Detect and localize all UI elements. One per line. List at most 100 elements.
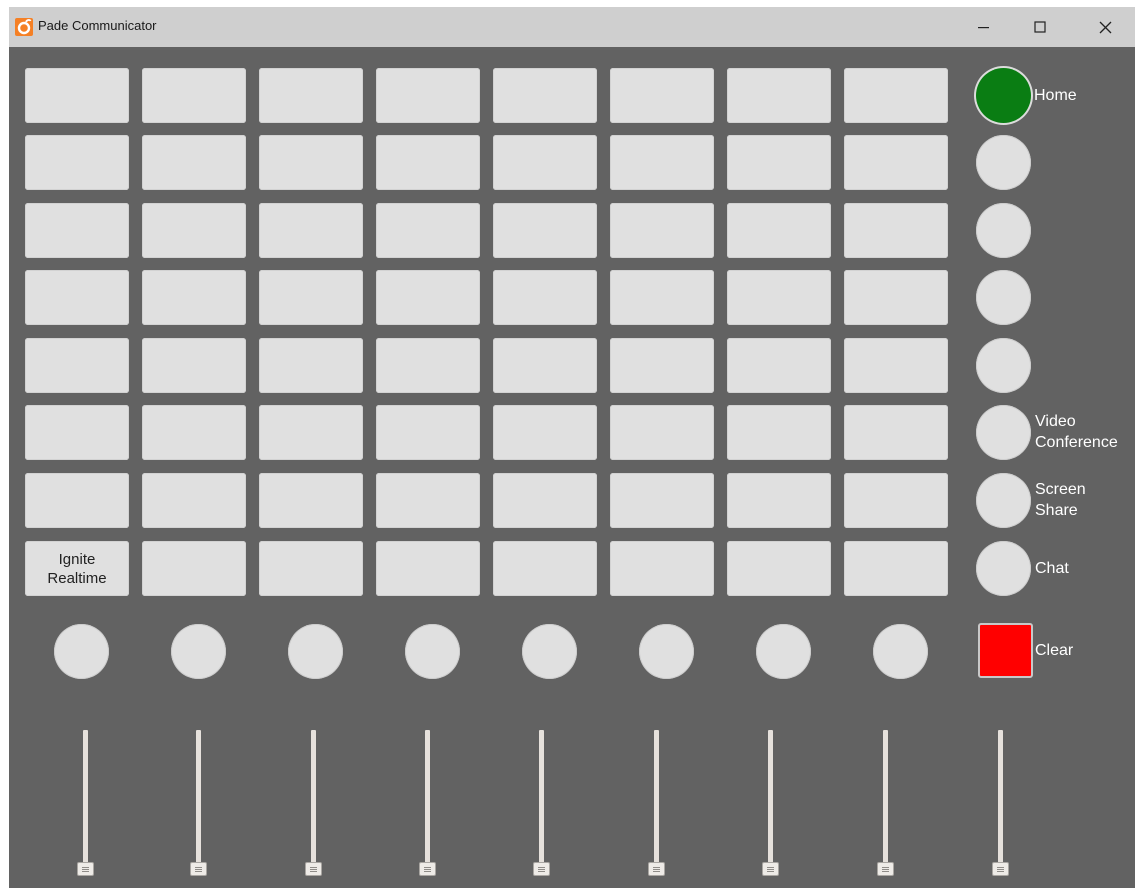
slider-thumb[interactable]: [305, 862, 322, 876]
grid-pad-r8-c8[interactable]: [844, 541, 948, 596]
side-button-5[interactable]: [976, 338, 1031, 393]
side-button-2[interactable]: [976, 135, 1031, 190]
grid-pad-r4-c7[interactable]: [727, 270, 831, 325]
grid-pad-r7-c7[interactable]: [727, 473, 831, 528]
grid-pad-r1-c4[interactable]: [376, 68, 480, 123]
close-button[interactable]: [1079, 7, 1131, 47]
slider-thumb[interactable]: [648, 862, 665, 876]
bottom-button-4[interactable]: [405, 624, 460, 679]
grid-pad-r8-c5[interactable]: [493, 541, 597, 596]
grid-pad-r5-c6[interactable]: [610, 338, 714, 393]
grid-pad-r3-c2[interactable]: [142, 203, 246, 258]
grid-pad-r4-c3[interactable]: [259, 270, 363, 325]
fader-slider-4[interactable]: [417, 730, 439, 882]
slider-thumb[interactable]: [533, 862, 550, 876]
grid-pad-r7-c1[interactable]: [25, 473, 129, 528]
grid-pad-r4-c8[interactable]: [844, 270, 948, 325]
grid-pad-r5-c7[interactable]: [727, 338, 831, 393]
grid-pad-r4-c6[interactable]: [610, 270, 714, 325]
bottom-button-3[interactable]: [288, 624, 343, 679]
grid-pad-r5-c5[interactable]: [493, 338, 597, 393]
fader-slider-7[interactable]: [760, 730, 782, 882]
slider-thumb[interactable]: [877, 862, 894, 876]
side-button-8[interactable]: [976, 541, 1031, 596]
grid-pad-r6-c4[interactable]: [376, 405, 480, 460]
slider-thumb[interactable]: [419, 862, 436, 876]
grid-pad-r5-c2[interactable]: [142, 338, 246, 393]
grid-pad-r4-c4[interactable]: [376, 270, 480, 325]
grid-pad-r4-c5[interactable]: [493, 270, 597, 325]
grid-pad-r5-c3[interactable]: [259, 338, 363, 393]
grid-pad-r2-c3[interactable]: [259, 135, 363, 190]
fader-slider-1[interactable]: [75, 730, 97, 882]
grid-pad-r2-c1[interactable]: [25, 135, 129, 190]
side-button-7[interactable]: [976, 473, 1031, 528]
grid-pad-r1-c6[interactable]: [610, 68, 714, 123]
bottom-button-8[interactable]: [873, 624, 928, 679]
grid-pad-r1-c8[interactable]: [844, 68, 948, 123]
grid-pad-r6-c8[interactable]: [844, 405, 948, 460]
grid-pad-r2-c2[interactable]: [142, 135, 246, 190]
slider-thumb[interactable]: [77, 862, 94, 876]
grid-pad-r5-c1[interactable]: [25, 338, 129, 393]
grid-pad-r3-c5[interactable]: [493, 203, 597, 258]
bottom-button-1[interactable]: [54, 624, 109, 679]
grid-pad-r1-c2[interactable]: [142, 68, 246, 123]
grid-pad-r1-c3[interactable]: [259, 68, 363, 123]
slider-thumb[interactable]: [992, 862, 1009, 876]
fader-slider-9[interactable]: [990, 730, 1012, 882]
grid-pad-r7-c8[interactable]: [844, 473, 948, 528]
fader-slider-8[interactable]: [875, 730, 897, 882]
grid-pad-r3-c3[interactable]: [259, 203, 363, 258]
grid-pad-r2-c6[interactable]: [610, 135, 714, 190]
side-button-4[interactable]: [976, 270, 1031, 325]
minimize-button[interactable]: [958, 7, 1010, 47]
fader-slider-3[interactable]: [303, 730, 325, 882]
bottom-button-6[interactable]: [639, 624, 694, 679]
grid-pad-r7-c5[interactable]: [493, 473, 597, 528]
grid-pad-r4-c2[interactable]: [142, 270, 246, 325]
slider-thumb[interactable]: [762, 862, 779, 876]
grid-pad-r3-c1[interactable]: [25, 203, 129, 258]
grid-pad-r6-c2[interactable]: [142, 405, 246, 460]
clear-button[interactable]: [978, 623, 1033, 678]
grid-pad-r2-c7[interactable]: [727, 135, 831, 190]
side-button-1[interactable]: [976, 68, 1031, 123]
grid-pad-r5-c8[interactable]: [844, 338, 948, 393]
grid-pad-r1-c1[interactable]: [25, 68, 129, 123]
fader-slider-2[interactable]: [188, 730, 210, 882]
grid-pad-r7-c2[interactable]: [142, 473, 246, 528]
grid-pad-r8-c6[interactable]: [610, 541, 714, 596]
grid-pad-r8-c2[interactable]: [142, 541, 246, 596]
grid-pad-r6-c1[interactable]: [25, 405, 129, 460]
grid-pad-r2-c5[interactable]: [493, 135, 597, 190]
title-bar[interactable]: Pade Communicator: [9, 7, 1135, 47]
grid-pad-r1-c5[interactable]: [493, 68, 597, 123]
grid-pad-r8-c3[interactable]: [259, 541, 363, 596]
fader-slider-5[interactable]: [531, 730, 553, 882]
grid-pad-r6-c7[interactable]: [727, 405, 831, 460]
grid-pad-r3-c8[interactable]: [844, 203, 948, 258]
grid-pad-r2-c4[interactable]: [376, 135, 480, 190]
fader-slider-6[interactable]: [646, 730, 668, 882]
grid-pad-r6-c3[interactable]: [259, 405, 363, 460]
grid-pad-r3-c7[interactable]: [727, 203, 831, 258]
bottom-button-2[interactable]: [171, 624, 226, 679]
grid-pad-r3-c6[interactable]: [610, 203, 714, 258]
grid-pad-r8-c4[interactable]: [376, 541, 480, 596]
slider-thumb[interactable]: [190, 862, 207, 876]
grid-pad-r6-c5[interactable]: [493, 405, 597, 460]
maximize-button[interactable]: [1014, 7, 1066, 47]
grid-pad-r7-c6[interactable]: [610, 473, 714, 528]
grid-pad-r1-c7[interactable]: [727, 68, 831, 123]
bottom-button-7[interactable]: [756, 624, 811, 679]
grid-pad-r8-c7[interactable]: [727, 541, 831, 596]
grid-pad-r7-c4[interactable]: [376, 473, 480, 528]
grid-pad-r5-c4[interactable]: [376, 338, 480, 393]
grid-pad-r7-c3[interactable]: [259, 473, 363, 528]
side-button-3[interactable]: [976, 203, 1031, 258]
grid-pad-r6-c6[interactable]: [610, 405, 714, 460]
grid-pad-r4-c1[interactable]: [25, 270, 129, 325]
side-button-6[interactable]: [976, 405, 1031, 460]
grid-pad-r8-c1[interactable]: Ignite Realtime: [25, 541, 129, 596]
